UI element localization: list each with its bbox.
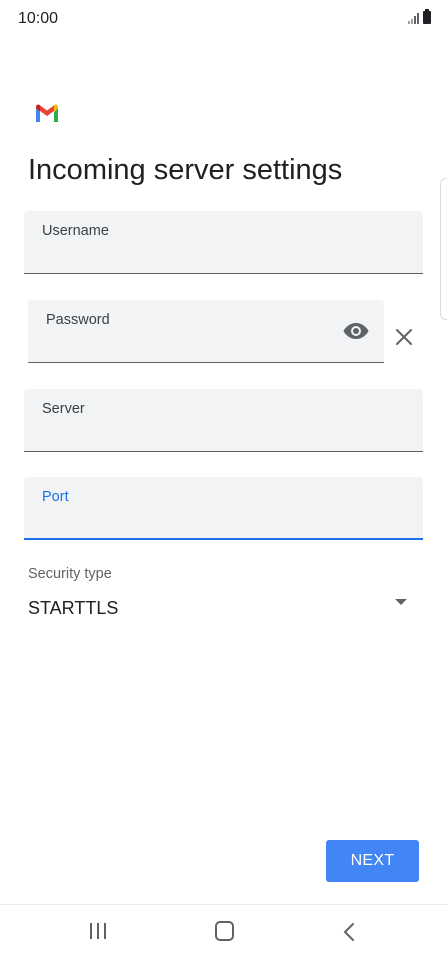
port-label: Port (42, 489, 69, 505)
status-time: 10:00 (18, 10, 59, 27)
recents-icon[interactable] (90, 923, 110, 941)
screen: 10:00 Incoming server settings Username … (0, 0, 447, 959)
status-bar: 10:00 (0, 0, 447, 36)
home-icon[interactable] (215, 921, 234, 941)
username-field[interactable]: Username (24, 211, 423, 274)
security-type-value: STARTTLS (28, 598, 119, 618)
password-label: Password (46, 312, 110, 328)
port-field[interactable]: Port (24, 477, 423, 540)
page-title: Incoming server settings (28, 154, 343, 186)
username-input[interactable] (42, 243, 405, 265)
security-type-select[interactable]: STARTTLS (28, 594, 423, 624)
username-label: Username (42, 223, 109, 239)
eye-icon[interactable] (342, 320, 370, 342)
server-label: Server (42, 401, 85, 417)
signal-icon (408, 12, 419, 24)
security-type-label: Security type (28, 566, 112, 582)
gmail-logo-icon (36, 104, 58, 122)
battery-icon (423, 9, 431, 24)
port-input[interactable] (42, 508, 405, 530)
scroll-indicator[interactable] (440, 178, 447, 320)
password-input[interactable] (46, 332, 328, 354)
password-field[interactable]: Password (28, 300, 384, 363)
navigation-bar (0, 905, 447, 959)
next-button[interactable]: NEXT (326, 840, 419, 882)
server-field[interactable]: Server (24, 389, 423, 452)
close-icon[interactable] (394, 327, 414, 347)
status-icons (408, 9, 431, 24)
chevron-down-icon (395, 599, 407, 605)
back-icon[interactable] (341, 922, 357, 942)
server-input[interactable] (42, 421, 405, 443)
